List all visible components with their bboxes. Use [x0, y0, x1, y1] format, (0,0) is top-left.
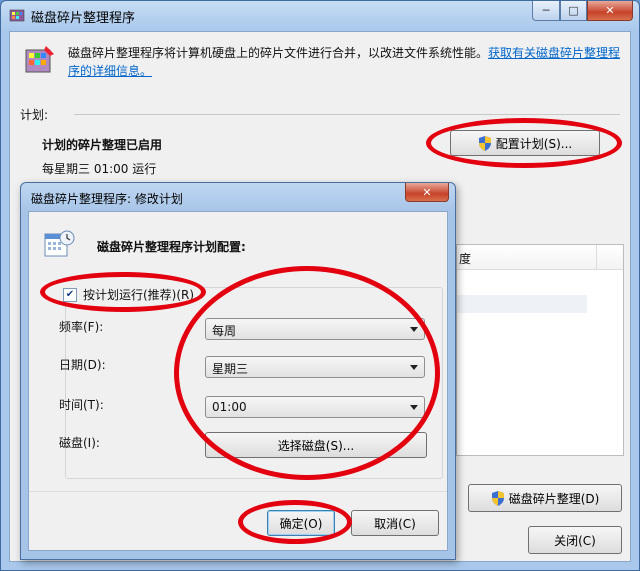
defragment-disk-button[interactable]: 磁盘碎片整理(D)	[468, 484, 622, 512]
disk-list[interactable]: 度	[456, 244, 624, 456]
defrag-app-icon	[9, 9, 25, 22]
title-bar[interactable]: 磁盘碎片整理程序 ─ □ ✕	[1, 1, 639, 29]
dialog-body: 磁盘碎片整理程序计划配置: ✔ 按计划运行(推荐)(R) 频率(F): 每周 日…	[28, 211, 448, 551]
schedule-detail: 每星期三 01:00 运行	[42, 162, 157, 176]
frequency-select[interactable]: 每周	[205, 318, 425, 340]
chevron-down-icon	[410, 365, 418, 370]
description-text: 磁盘碎片整理程序将计算机硬盘上的碎片文件进行合并，以改进文件系统性能。	[68, 46, 489, 60]
run-on-schedule-checkbox[interactable]: ✔	[63, 287, 77, 302]
day-label: 日期(D):	[59, 358, 106, 372]
chevron-down-icon	[410, 405, 418, 410]
ok-button-label: 确定(O)	[279, 516, 323, 531]
close-button[interactable]: 关闭(C)	[528, 526, 622, 554]
defragment-disk-label: 磁盘碎片整理(D)	[508, 491, 600, 506]
disks-label: 磁盘(I):	[59, 436, 100, 450]
time-label: 时间(T):	[59, 398, 104, 412]
run-on-schedule-label: 按计划运行(推荐)(R)	[83, 288, 195, 302]
configure-schedule-button[interactable]: 配置计划(S)...	[450, 130, 600, 156]
window-title: 磁盘碎片整理程序	[31, 11, 136, 26]
cancel-button[interactable]: 取消(C)	[351, 510, 439, 536]
schedule-section-label: 计划:	[20, 108, 49, 122]
disk-list-row[interactable]	[457, 295, 587, 313]
day-select[interactable]: 星期三	[205, 356, 425, 378]
configure-schedule-label: 配置计划(S)...	[495, 136, 573, 151]
ok-button[interactable]: 确定(O)	[267, 510, 335, 536]
close-button-label: 关闭(C)	[554, 533, 596, 548]
minimize-button[interactable]: ─	[532, 1, 560, 21]
time-value: 01:00	[212, 400, 247, 414]
dialog-title: 磁盘碎片整理程序: 修改计划	[31, 192, 183, 206]
run-on-schedule-row[interactable]: ✔ 按计划运行(推荐)(R)	[63, 286, 199, 303]
dialog-close-button[interactable]: ✕	[405, 183, 449, 202]
modify-schedule-dialog: 磁盘碎片整理程序: 修改计划 ✕ 磁盘碎片整理程序计划配置: ✔ 按计划运行(推…	[20, 182, 456, 560]
maximize-button[interactable]: □	[560, 1, 587, 21]
frequency-value: 每周	[212, 324, 237, 338]
chevron-down-icon	[410, 327, 418, 332]
day-value: 星期三	[212, 362, 249, 376]
close-window-button[interactable]: ✕	[587, 1, 633, 21]
description: 磁盘碎片整理程序将计算机硬盘上的碎片文件进行合并，以改进文件系统性能。获取有关磁…	[68, 44, 628, 80]
select-disks-button[interactable]: 选择磁盘(S)...	[205, 432, 427, 458]
uac-shield-icon	[491, 490, 504, 506]
cancel-button-label: 取消(C)	[374, 516, 416, 531]
progress-column-header: 度	[459, 252, 472, 266]
section-divider	[74, 114, 620, 115]
disk-list-header[interactable]: 度	[457, 245, 623, 270]
frequency-label: 频率(F):	[59, 320, 104, 334]
select-disks-label: 选择磁盘(S)...	[277, 438, 355, 453]
dialog-footer: 确定(O) 取消(C)	[29, 491, 447, 550]
time-select[interactable]: 01:00	[205, 396, 425, 418]
schedule-status: 计划的碎片整理已启用	[42, 138, 163, 152]
calendar-clock-icon	[44, 230, 75, 257]
dialog-heading: 磁盘碎片整理程序计划配置:	[97, 240, 246, 254]
uac-shield-icon	[478, 135, 491, 151]
defrag-icon	[25, 46, 54, 73]
